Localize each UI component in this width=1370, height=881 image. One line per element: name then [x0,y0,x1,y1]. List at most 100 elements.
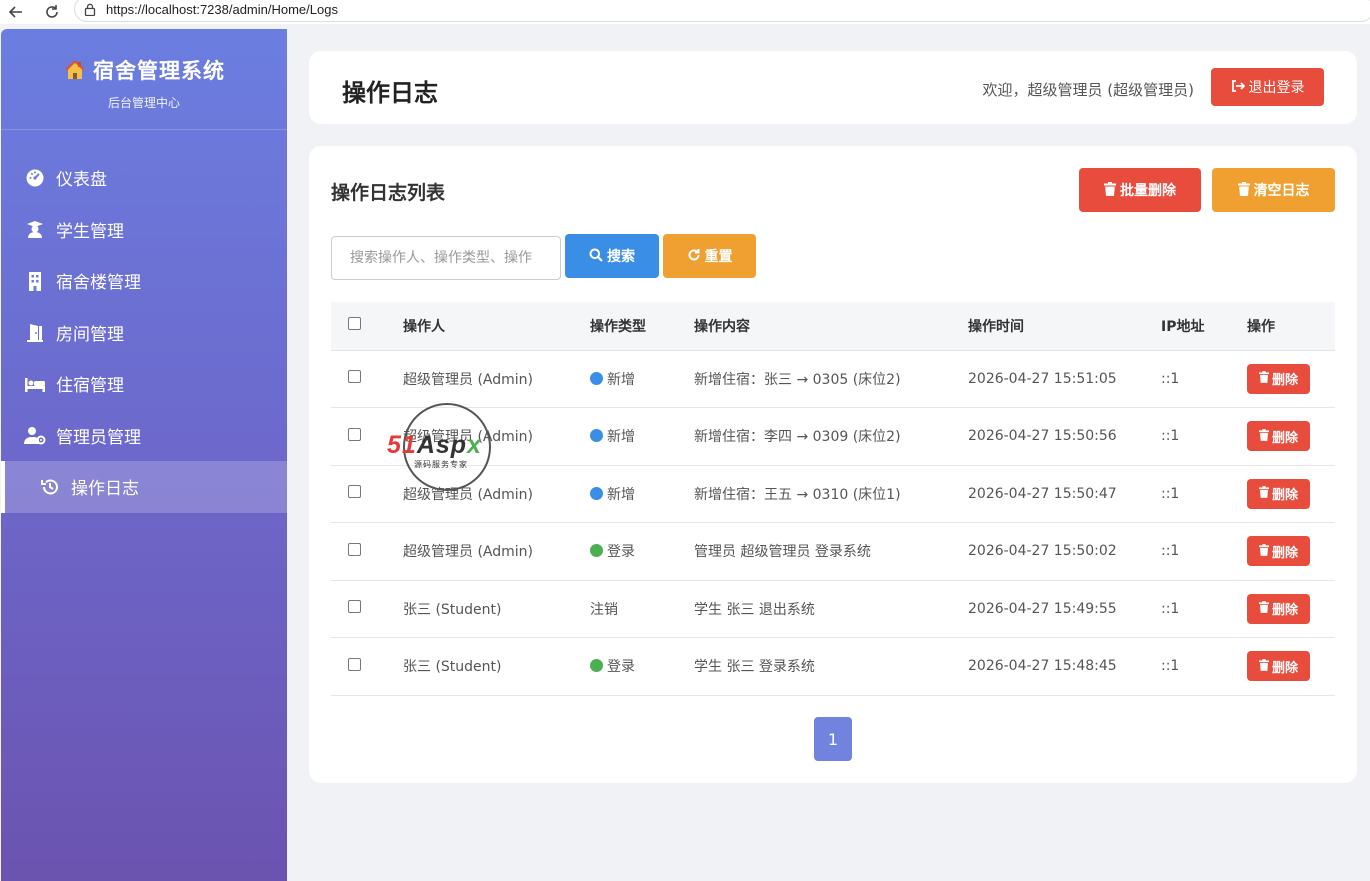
content-cell: 新增住宿：王五 → 0310 (床位1) [694,465,968,523]
delete-button[interactable]: 删除 [1247,651,1310,682]
operator-cell: 超级管理员 (Admin) [403,522,590,581]
content-cell: 管理员 超级管理员 登录系统 [694,522,968,581]
content-cell: 新增住宿：李四 → 0309 (床位2) [694,407,968,466]
search-label: 搜索 [607,248,635,264]
row-checkbox[interactable] [348,485,361,499]
welcome-text: 欢迎，超级管理员 (超级管理员) [982,81,1194,99]
delete-label: 删除 [1271,659,1298,675]
reload-icon[interactable] [42,2,62,22]
row-select-cell [331,465,403,523]
reset-icon [687,248,701,265]
column-header: 操作人 [403,302,590,351]
sidebar-item-students[interactable]: 学生管理 [1,204,287,256]
reset-label: 重置 [704,248,733,264]
row-checkbox[interactable] [348,600,361,614]
operator-cell: 张三 (Student) [403,637,590,696]
column-header: IP地址 [1161,302,1247,351]
dashboard-icon [24,167,46,189]
trash-icon [1258,601,1269,616]
clear-logs-button[interactable]: 清空日志 [1212,168,1335,212]
table-header-row: 操作人 操作类型 操作内容 操作时间 IP地址 操作 [331,302,1335,351]
ip-cell: ::1 [1161,407,1247,466]
logout-label: 退出登录 [1248,79,1305,95]
type-cell: 新增 [590,350,694,408]
time-cell: 2026-04-27 15:50:47 [968,465,1161,523]
operator-cell: 超级管理员 (Admin) [403,350,590,408]
content-cell: 新增住宿：张三 → 0305 (床位2) [694,350,968,408]
sidebar-item-label: 住宿管理 [56,376,124,397]
trash-icon [1258,371,1269,386]
type-label: 新增 [607,371,635,388]
sidebar-item-label: 操作日志 [71,479,139,500]
trash-icon [1258,428,1269,444]
column-header: 操作类型 [590,302,694,351]
batch-delete-label: 批量删除 [1120,182,1176,198]
reset-button[interactable]: 重置 [663,234,756,278]
search-button[interactable]: 搜索 [565,234,659,278]
table-row: 张三 (Student) 登录 学生 张三 登录系统 2026-04-27 15:48… [331,637,1335,696]
row-checkbox[interactable] [348,427,361,441]
action-cell: 删除 [1247,465,1335,523]
door-icon [24,321,46,343]
trash-icon [1258,658,1269,674]
delete-button[interactable]: 删除 [1247,363,1310,394]
page-button[interactable]: 1 [814,717,852,761]
brand-subtitle: 后台管理中心 [107,96,180,110]
ip-cell: ::1 [1161,522,1247,581]
type-dot-icon [590,544,603,558]
batch-delete-button[interactable]: 批量删除 [1079,168,1201,212]
delete-label: 删除 [1271,429,1298,445]
house-icon [63,59,87,81]
action-cell: 删除 [1247,407,1335,466]
arrow-left-icon[interactable] [6,2,26,22]
sidebar-item-buildings[interactable]: 宿舍楼管理 [1,255,287,307]
sidebar-item-rooms[interactable]: 房间管理 [1,307,287,359]
sidebar-item-dashboard[interactable]: 仪表盘 [1,152,287,204]
table-row: 超级管理员 (Admin) 新增 新增住宿：王五 → 0310 (床位1) 2026-… [331,465,1335,523]
time-cell: 2026-04-27 15:51:05 [968,350,1161,408]
type-cell: 新增 [590,407,694,466]
table-row: 超级管理员 (Admin) 登录 管理员 超级管理员 登录系统 2026-04-27 … [331,522,1335,581]
user-cog-icon [24,424,46,446]
content-cell: 学生 张三 登录系统 [694,637,968,696]
row-checkbox[interactable] [348,542,361,556]
type-label: 新增 [607,429,635,446]
logout-button[interactable]: 退出登录 [1211,68,1324,106]
sidebar-item-admins[interactable]: 管理员管理 [1,410,287,462]
address-bar[interactable]: https://localhost:7238/admin/Home/Logs [74,0,1370,22]
type-dot-icon [590,486,603,500]
bed-icon [24,373,46,395]
delete-label: 删除 [1271,602,1298,618]
row-select-cell [331,580,403,638]
url-text: https://localhost:7238/admin/Home/Logs [106,1,338,17]
trash-icon [1104,181,1116,199]
delete-button[interactable]: 删除 [1247,536,1310,567]
type-cell: 登录 [590,522,694,581]
type-label: 新增 [607,486,635,503]
search-input[interactable] [331,236,561,280]
log-table: 操作人 操作类型 操作内容 操作时间 IP地址 操作 超级管理员 (Admin)… [331,302,1335,696]
sidebar-item-logs[interactable]: 操作日志 [1,461,287,513]
type-cell: 新增 [590,465,694,523]
row-select-cell [331,407,403,466]
lock-icon [83,2,97,16]
time-cell: 2026-04-27 15:50:02 [968,522,1161,581]
delete-button[interactable]: 删除 [1247,593,1310,624]
row-checkbox[interactable] [348,370,361,384]
select-all-checkbox[interactable] [348,317,361,331]
history-icon [39,476,61,498]
select-all-cell [331,302,403,351]
type-cell: 注销 [590,580,694,638]
delete-button[interactable]: 删除 [1247,421,1310,452]
sidebar-menu: 仪表盘 学生管理 宿舍楼管理 房间管理 住宿管理 管理员管理 操作日志 [1,152,287,513]
ip-cell: ::1 [1161,350,1247,408]
ip-cell: ::1 [1161,637,1247,696]
graduation-icon [24,218,46,240]
content-cell: 学生 张三 退出系统 [694,580,968,638]
trash-icon [1258,543,1269,559]
list-title: 操作日志列表 [331,182,446,204]
row-checkbox[interactable] [348,657,361,671]
type-label: 注销 [590,601,618,618]
sidebar-item-accommodation[interactable]: 住宿管理 [1,358,287,410]
delete-button[interactable]: 删除 [1247,478,1310,509]
